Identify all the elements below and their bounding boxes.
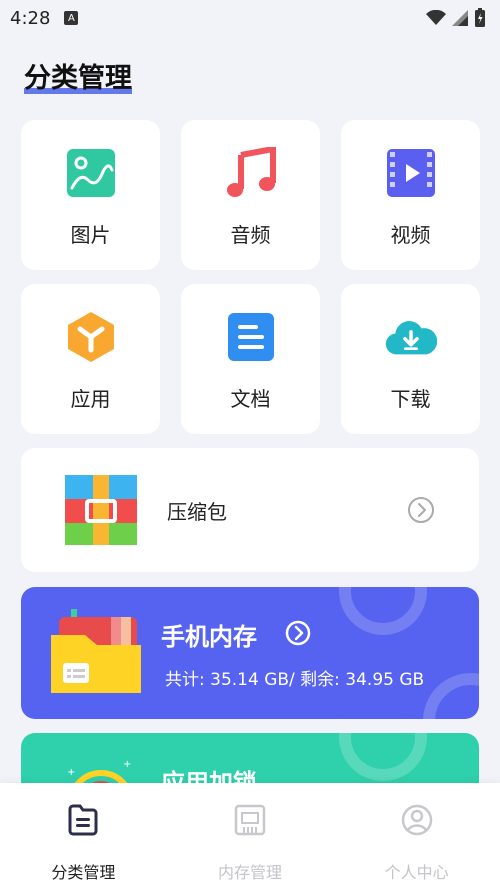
decor-ring [339, 733, 427, 781]
app-cube-icon [65, 311, 117, 363]
zip-archive-icon [65, 475, 137, 545]
status-bar: 4:28 A [0, 0, 500, 36]
decor-ring [339, 587, 427, 635]
category-label: 音频 [230, 223, 271, 247]
nav-label: 个人中心 [384, 863, 449, 882]
battery-icon [475, 8, 485, 27]
archive-card[interactable]: 压缩包 [21, 448, 479, 572]
chevron-right-icon [285, 620, 311, 646]
svg-text:+: + [67, 767, 75, 778]
storage-folder-icon [51, 609, 141, 693]
nav-item-profile[interactable]: 个人中心 [333, 783, 500, 888]
cloud-download-icon [385, 311, 437, 363]
category-label: 文档 [230, 387, 271, 411]
category-label: 下载 [390, 387, 431, 411]
page-title-wrap: 分类管理 [24, 56, 132, 95]
wifi-icon [426, 10, 446, 25]
signal-icon [452, 10, 468, 26]
category-grid: 图片 音频 视频 应用 文档 下载 [21, 120, 480, 434]
document-icon [225, 311, 277, 363]
category-folder-icon [64, 801, 102, 839]
video-icon [385, 147, 437, 199]
music-note-icon [225, 147, 277, 199]
image-icon [65, 147, 117, 199]
nav-item-memory[interactable]: 内存管理 [167, 783, 334, 888]
page-title: 分类管理 [24, 56, 132, 95]
category-tile-images[interactable]: 图片 [21, 120, 160, 270]
category-tile-documents[interactable]: 文档 [181, 284, 320, 434]
memory-chip-icon [231, 801, 269, 839]
storage-info: 共计: 35.14 GB/ 剩余: 34.95 GB [165, 670, 425, 690]
category-tile-video[interactable]: 视频 [341, 120, 480, 270]
category-label: 图片 [70, 223, 111, 247]
nav-label: 内存管理 [218, 863, 283, 882]
status-time: 4:28 [10, 7, 51, 29]
svg-text:+: + [123, 759, 131, 770]
category-tile-downloads[interactable]: 下载 [341, 284, 480, 434]
nav-label: 分类管理 [51, 863, 116, 882]
category-label: 应用 [70, 387, 111, 411]
category-label: 视频 [390, 223, 431, 247]
chevron-right-icon [408, 497, 434, 523]
storage-title: 手机内存 [161, 623, 257, 651]
storage-card[interactable]: 手机内存 共计: 35.14 GB/ 剩余: 34.95 GB [21, 587, 479, 719]
user-profile-icon [398, 801, 436, 839]
category-tile-audio[interactable]: 音频 [181, 120, 320, 270]
nav-item-category[interactable]: 分类管理 [0, 783, 167, 888]
status-icons [426, 8, 486, 28]
archive-label: 压缩包 [167, 499, 227, 524]
bottom-nav: 分类管理 内存管理 个人中心 [0, 783, 500, 888]
decor-ring [423, 673, 479, 719]
category-tile-apps[interactable]: 应用 [21, 284, 160, 434]
notification-icon: A [64, 11, 79, 25]
